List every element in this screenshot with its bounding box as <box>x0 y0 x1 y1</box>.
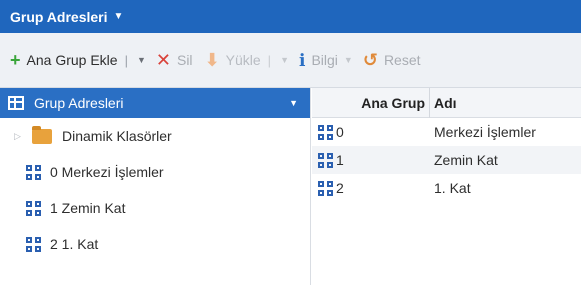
main-group-cell: 1 <box>312 152 430 168</box>
group-address-icon <box>318 124 333 140</box>
download-arrow-icon: ⬇ <box>204 50 220 70</box>
tree-item-label: Dinamik Klasörler <box>62 128 172 144</box>
column-header-name[interactable]: Adı <box>430 95 457 111</box>
title-dropdown-caret[interactable]: ▼ <box>114 11 124 22</box>
tree-item-dynamic-folders[interactable]: ▷ Dinamik Klasörler <box>0 118 310 154</box>
group-address-icon <box>26 200 41 216</box>
toolbar-separator: | <box>124 52 128 68</box>
tree-header[interactable]: Grup Adresleri ▼ <box>0 88 310 118</box>
tree-item-group-1[interactable]: 1 Zemin Kat <box>0 190 310 226</box>
load-dropdown-caret[interactable]: ▼ <box>280 55 289 65</box>
tree-item-label: 0 Merkezi İşlemler <box>50 164 164 180</box>
name-cell: Merkezi İşlemler <box>434 124 536 140</box>
table-row[interactable]: 2 1. Kat <box>312 174 581 202</box>
toolbar-separator-2: | <box>267 52 272 68</box>
group-grid: Ana Grup Adı 0 Merkezi İşlemler 1 Zemin … <box>312 87 581 285</box>
reset-button[interactable]: ↺ Reset <box>363 51 421 69</box>
title-bar[interactable]: Grup Adresleri ▼ <box>0 0 581 33</box>
tree-item-group-2[interactable]: 2 1. Kat <box>0 226 310 262</box>
column-header-main-group[interactable]: Ana Grup <box>312 87 430 118</box>
add-group-dropdown-caret[interactable]: ▼ <box>137 55 146 65</box>
main-group-number: 1 <box>336 152 344 168</box>
main-group-number: 2 <box>336 180 344 196</box>
info-button[interactable]: ℹ Bilgi <box>299 52 338 69</box>
main-group-cell: 0 <box>312 124 430 140</box>
tree-header-caret[interactable]: ▼ <box>289 98 298 108</box>
info-dropdown-caret[interactable]: ▼ <box>344 55 353 65</box>
main-group-cell: 2 <box>312 180 430 196</box>
delete-button[interactable]: ✕ Sil <box>156 51 193 69</box>
table-row[interactable]: 1 Zemin Kat <box>312 146 581 174</box>
group-address-icon <box>26 236 41 252</box>
plus-icon: + <box>10 50 21 70</box>
delete-x-icon: ✕ <box>155 50 171 70</box>
add-main-group-button[interactable]: + Ana Grup Ekle <box>10 51 118 69</box>
tree-item-label: 1 Zemin Kat <box>50 200 126 216</box>
load-button[interactable]: ⬇ Yükle <box>205 51 261 69</box>
reset-label: Reset <box>383 52 421 68</box>
delete-label: Sil <box>176 52 193 68</box>
tree-item-label: 2 1. Kat <box>50 236 99 252</box>
main-group-number: 0 <box>336 124 344 140</box>
load-label: Yükle <box>225 52 261 68</box>
group-addresses-icon <box>8 96 24 110</box>
info-icon: ℹ <box>298 50 306 70</box>
window-title: Grup Adresleri <box>10 8 108 25</box>
expand-triangle-icon[interactable]: ▷ <box>14 131 28 142</box>
group-address-icon <box>26 164 41 180</box>
tree-header-label: Grup Adresleri <box>34 95 124 111</box>
name-cell: 1. Kat <box>434 180 471 196</box>
tree-list: ▷ Dinamik Klasörler 0 Merkezi İşlemler 1… <box>0 118 310 262</box>
toolbar: + Ana Grup Ekle | ▼ ✕ Sil ⬇ Yükle | ▼ ℹ … <box>0 33 581 88</box>
table-row[interactable]: 0 Merkezi İşlemler <box>312 118 581 146</box>
grid-header-row: Ana Grup Adı <box>312 87 581 118</box>
tree-item-group-0[interactable]: 0 Merkezi İşlemler <box>0 154 310 190</box>
name-cell: Zemin Kat <box>434 152 498 168</box>
group-address-icon <box>318 180 333 196</box>
info-label: Bilgi <box>311 52 338 68</box>
group-address-icon <box>318 152 333 168</box>
folder-icon <box>32 125 52 144</box>
add-main-group-label: Ana Grup Ekle <box>26 52 118 68</box>
reset-undo-icon: ↺ <box>362 50 378 70</box>
group-address-tree-panel: Grup Adresleri ▼ ▷ Dinamik Klasörler 0 M… <box>0 88 311 285</box>
